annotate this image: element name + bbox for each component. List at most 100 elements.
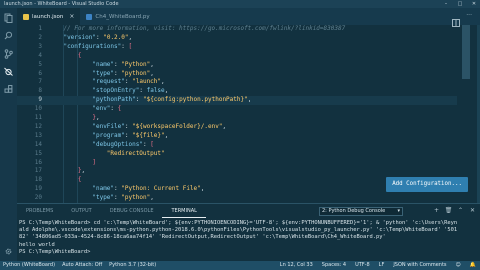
code-text: },	[92, 114, 100, 121]
code-line[interactable]: 16 ]	[17, 159, 457, 168]
trash-icon[interactable]: 🗑	[445, 207, 453, 214]
status-auto-attach[interactable]: Auto Attach: Off	[62, 261, 102, 270]
status-language[interactable]: JSON with Comments	[393, 261, 446, 270]
code-line[interactable]: 6 "type": "python",	[17, 70, 457, 79]
terminal-line: PS C:\Temp\WhiteBoard> cd 'c:\Temp\White…	[19, 220, 458, 226]
line-number: 17	[34, 167, 42, 175]
code-line[interactable]: 9 "pythonPath": "${config:python.pythonP…	[17, 96, 457, 106]
code-line[interactable]: 3 "configurations": [	[17, 43, 457, 52]
title-bar: launch.json - WhiteBoard - Visual Studio…	[0, 0, 480, 8]
code-editor[interactable]: 1 // For more information, visit: https:…	[17, 25, 480, 203]
new-terminal-icon[interactable]: +	[433, 207, 440, 214]
status-eol[interactable]: LF	[379, 261, 385, 270]
code-line[interactable]: 8 "stopOnEntry": false,	[17, 87, 457, 96]
code-line[interactable]: 4 {	[17, 52, 457, 61]
status-python-env[interactable]: Python (WhiteBoard)	[3, 261, 55, 270]
code-text: "program": "${file}",	[92, 131, 169, 139]
code-line[interactable]: 12 "envFile": "${workspaceFolder}/.env",	[17, 123, 457, 132]
code-line[interactable]: 14 "debugOptions": [	[17, 141, 457, 150]
tab-debug-console[interactable]: DEBUG CONSOLE	[101, 204, 163, 218]
terminal-select-value: 2: Python Debug Console	[322, 207, 386, 214]
smiley-feedback-icon[interactable]: ☺	[456, 261, 461, 270]
json-file-icon	[23, 13, 29, 20]
line-number: 12	[34, 122, 42, 130]
code-text: "configurations": [	[63, 42, 133, 50]
status-cursor-position[interactable]: Ln 12, Col 33	[280, 261, 313, 270]
code-text: "envFile": "${workspaceFolder}/.env",	[92, 122, 227, 130]
explorer-icon[interactable]	[3, 12, 14, 23]
terminal-line: hello world	[19, 241, 55, 248]
status-bar: Python (WhiteBoard) Auto Attach: Off Pyt…	[0, 261, 480, 270]
status-interpreter[interactable]: Python 3.7 (32-bit)	[109, 261, 156, 270]
editor-tabs: launch.json × Ch4_WhiteBoard.py ···	[17, 8, 480, 27]
tab-launch-json[interactable]: launch.json ×	[17, 8, 81, 25]
code-text: "type": "python",	[92, 194, 154, 202]
code-line[interactable]: 10 "env": {	[17, 105, 457, 114]
settings-gear-icon[interactable]	[3, 246, 14, 257]
minimize-icon[interactable]: –	[442, 0, 450, 8]
code-text: "RedirectOutput"	[106, 149, 165, 157]
code-text: "request": "launch",	[92, 78, 165, 86]
code-text: ]	[92, 158, 96, 166]
debug-icon[interactable]	[3, 66, 14, 77]
line-number: 14	[34, 140, 42, 148]
search-icon[interactable]	[3, 30, 14, 41]
code-text: "type": "python",	[92, 69, 154, 77]
line-number: 5	[38, 60, 42, 68]
extensions-icon[interactable]	[3, 84, 14, 95]
code-text: "debugOptions": [	[92, 140, 154, 148]
tab-terminal[interactable]: TERMINAL	[162, 204, 206, 218]
window-title: launch.json - WhiteBoard - Visual Studio…	[4, 1, 119, 7]
close-tab-icon[interactable]: ×	[69, 13, 74, 20]
line-number: 1	[38, 25, 42, 32]
terminal-line: 82' '34806ad5-033a-4524-8c86-18ca6aa74f1…	[19, 234, 386, 241]
line-number: 13	[34, 131, 42, 139]
line-number: 18	[34, 176, 42, 184]
code-line[interactable]: 13 "program": "${file}",	[17, 132, 457, 141]
bell-icon[interactable]: 🔔	[470, 261, 476, 270]
code-line[interactable]: 5 "name": "Python",	[17, 61, 457, 70]
chevron-down-icon: ▾	[397, 207, 400, 214]
activity-bar	[0, 8, 17, 261]
tab-label: launch.json	[32, 13, 64, 20]
scrollbar-thumb[interactable]	[462, 25, 470, 79]
code-text: {	[77, 51, 82, 59]
add-configuration-button[interactable]: Add Configuration...	[386, 177, 468, 192]
line-number: 15	[34, 149, 42, 157]
status-indentation[interactable]: Spaces: 4	[322, 261, 346, 270]
close-panel-icon[interactable]: ✕	[469, 207, 476, 214]
maximize-icon[interactable]: □	[456, 0, 464, 8]
line-number: 9	[38, 96, 42, 104]
chevron-up-icon[interactable]: ⌃	[457, 207, 464, 214]
line-number: 4	[38, 51, 42, 59]
code-line[interactable]: 7 "request": "launch",	[17, 78, 457, 87]
code-text: "version": "0.2.0",	[63, 33, 133, 41]
tab-output[interactable]: OUTPUT	[62, 204, 100, 218]
bottom-panel: PROBLEMS OUTPUT DEBUG CONSOLE TERMINAL 2…	[17, 203, 480, 261]
source-control-icon[interactable]	[3, 48, 14, 59]
code-line[interactable]: 17 },	[17, 167, 457, 176]
tab-problems[interactable]: PROBLEMS	[17, 204, 62, 218]
code-line[interactable]: 1 // For more information, visit: https:…	[17, 25, 457, 34]
line-number: 8	[38, 87, 42, 95]
code-line[interactable]: 11 },	[17, 114, 457, 123]
code-text: "pythonPath": "${config:python.pythonPat…	[92, 96, 252, 104]
line-number: 16	[34, 158, 42, 166]
code-line[interactable]: 15 "RedirectOutput"	[17, 150, 457, 159]
terminal-line: ald Adolphe\.vscode\extensions\ms-python…	[19, 227, 458, 234]
terminal-output[interactable]: PS C:\Temp\WhiteBoard> cd 'c:\Temp\White…	[17, 220, 480, 262]
code-text: "name": "Python",	[92, 60, 154, 68]
code-text: "env": {	[92, 105, 122, 113]
code-line[interactable]: 20 "type": "python",	[17, 194, 457, 203]
code-text: {	[77, 176, 82, 184]
status-encoding[interactable]: UTF-8	[355, 261, 370, 270]
code-text: // For more information, visit: https://…	[49, 25, 346, 32]
line-number: 2	[38, 33, 42, 41]
tab-ch4-whiteboard[interactable]: Ch4_WhiteBoard.py	[80, 8, 155, 25]
terminal-select[interactable]: 2: Python Debug Console ▾	[319, 206, 403, 216]
line-number: 20	[34, 194, 42, 202]
python-file-icon	[86, 13, 93, 20]
code-text: "name": "Python: Current File",	[92, 185, 205, 193]
close-icon[interactable]: ✕	[470, 0, 478, 8]
code-line[interactable]: 2 "version": "0.2.0",	[17, 34, 457, 43]
